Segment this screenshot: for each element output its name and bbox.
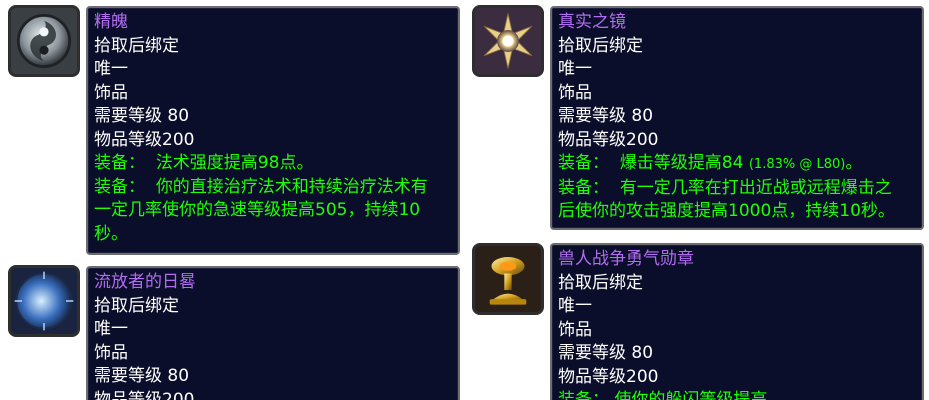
equip-effect-1: 装备： 爆击等级提高84 (1.83% @ L80)。 <box>558 152 914 177</box>
required-level: 需要等级 80 <box>94 106 190 126</box>
item-tooltip-exiles-sundial: 流放者的日晷 拾取后绑定 唯一 饰品 需要等级 80 物品等级200 <box>86 266 460 400</box>
spirit-orb-graphic <box>11 8 77 74</box>
item-slot: 饰品 <box>558 82 592 103</box>
required-level: 需要等级 80 <box>94 366 190 386</box>
item-tooltip-jingpo: 精魄 拾取后绑定 唯一 饰品 需要等级 80 物品等级200 装备： 法术强度提… <box>86 6 460 255</box>
crescent-moon-graphic <box>11 268 77 334</box>
equip-prefix: 装备： <box>94 176 145 197</box>
equip-tail: 。 <box>845 153 863 173</box>
bind-type: 拾取后绑定 <box>558 272 643 293</box>
equip-text: 有一定几率在打出近战或远程爆击之 <box>619 177 892 198</box>
item-tooltips-screen: 精魄 拾取后绑定 唯一 饰品 需要等级 80 物品等级200 装备： 法术强度提… <box>0 0 929 400</box>
golden-chalice-icon[interactable] <box>472 243 544 315</box>
item-name: 流放者的日晷 <box>94 272 196 292</box>
required-level: 需要等级 80 <box>558 106 654 126</box>
equip-text: 法术强度提高98点。 <box>155 153 314 173</box>
item-slot: 饰品 <box>94 342 128 363</box>
equip-effect-2: 装备： 你的直接治疗法术和持续治疗法术有 <box>94 176 450 200</box>
item-level: 物品等级200 <box>94 129 195 150</box>
equip-effect-2-cont: 后使你的攻击强度提高1000点，持续10秒。 <box>558 201 895 221</box>
equip-effect-partial: 装备： 使你的躲闪等级提高 <box>558 390 768 400</box>
item-level: 物品等级200 <box>94 389 195 400</box>
required-level: 需要等级 80 <box>558 343 654 363</box>
item-slot: 饰品 <box>558 319 592 340</box>
crescent-moon-icon[interactable] <box>8 265 80 337</box>
rating-note: (1.83% @ L80) <box>748 157 846 172</box>
item-name: 真实之镜 <box>558 12 626 32</box>
radiant-star-graphic <box>475 8 541 74</box>
unique-flag: 唯一 <box>558 59 592 79</box>
item-level: 物品等级200 <box>558 129 659 150</box>
equip-effect-2-cont2: 秒。 <box>94 223 128 244</box>
item-name: 精魄 <box>94 12 128 32</box>
radiant-star-icon[interactable] <box>472 5 544 77</box>
unique-flag: 唯一 <box>94 319 128 339</box>
item-name: 兽人战争勇气勋章 <box>558 249 694 269</box>
unique-flag: 唯一 <box>558 296 592 316</box>
equip-effect-1: 装备： 法术强度提高98点。 <box>94 152 450 176</box>
equip-effect-2: 装备： 有一定几率在打出近战或远程爆击之 <box>558 177 914 201</box>
equip-prefix: 装备： <box>558 177 609 198</box>
bind-type: 拾取后绑定 <box>558 35 643 56</box>
spirit-orb-icon[interactable] <box>8 5 80 77</box>
item-tooltip-orc-war-medal: 兽人战争勇气勋章 拾取后绑定 唯一 饰品 需要等级 80 物品等级200 装备：… <box>550 243 924 400</box>
item-tooltip-mirror-of-truth: 真实之镜 拾取后绑定 唯一 饰品 需要等级 80 物品等级200 装备： 爆击等… <box>550 6 924 230</box>
item-level: 物品等级200 <box>558 366 659 387</box>
bind-type: 拾取后绑定 <box>94 35 179 56</box>
golden-chalice-graphic <box>475 246 541 312</box>
equip-text: 爆击等级提高84 <box>619 153 744 173</box>
equip-text: 你的直接治疗法术和持续治疗法术有 <box>155 176 428 197</box>
bind-type: 拾取后绑定 <box>94 295 179 316</box>
equip-prefix: 装备： <box>94 153 145 173</box>
equip-effect-2-cont: 一定几率使你的急速等级提高505，持续10 <box>94 200 421 220</box>
equip-prefix: 装备： <box>558 153 609 173</box>
item-slot: 饰品 <box>94 82 128 103</box>
unique-flag: 唯一 <box>94 59 128 79</box>
